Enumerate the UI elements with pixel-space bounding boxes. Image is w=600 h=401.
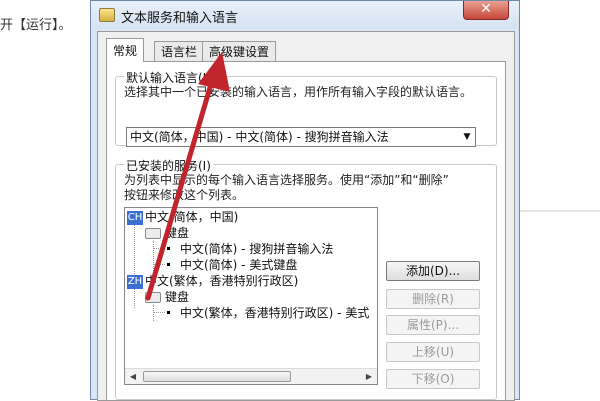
installed-services-tree[interactable]: CH 中文(简体，中国) 键盘 中文(简体) - 搜狗拼音输入法 中文(简体) -… bbox=[124, 207, 378, 385]
tree-item-keyboard[interactable]: 键盘 bbox=[145, 225, 189, 241]
tree-item-label: 中文(繁体，香港特别行政区) - 美式 bbox=[180, 306, 370, 320]
keyboard-icon bbox=[145, 292, 161, 303]
properties-button[interactable]: 属性(P)... bbox=[386, 315, 480, 335]
tree-item-label: 中文(简体) - 搜狗拼音输入法 bbox=[180, 242, 334, 256]
tree-connector bbox=[153, 305, 154, 321]
tree-item-ime[interactable]: 中文(简体) - 搜狗拼音输入法 bbox=[167, 241, 333, 257]
tree-item-ime[interactable]: 中文(简体) - 美式键盘 bbox=[167, 257, 297, 273]
tree-connector bbox=[153, 264, 165, 265]
tree-item-ime[interactable]: 中文(繁体，香港特别行政区) - 美式 bbox=[167, 305, 369, 321]
bullet-icon bbox=[167, 310, 170, 314]
default-language-title: 默认输入语言(L) bbox=[124, 69, 217, 86]
tree-connector bbox=[153, 248, 165, 249]
dialog-client-area: 常规 语言栏 高级键设置 默认输入语言(L) 选择其中一个已安装的输入语言，用作… bbox=[97, 31, 515, 401]
installed-services-title: 已安装的服务(I) bbox=[124, 157, 213, 174]
installed-services-description-line1: 为列表中显示的每个输入语言选择服务。使用“添加”和“删除” bbox=[124, 173, 449, 187]
chevron-down-icon[interactable]: ▼ bbox=[459, 128, 475, 146]
close-button[interactable]: ✕ bbox=[463, 1, 509, 20]
general-tab-panel: 默认输入语言(L) 选择其中一个已安装的输入语言，用作所有输入字段的默认语言。 … bbox=[106, 61, 506, 401]
background-divider bbox=[520, 210, 600, 212]
tree-item-label: 中文(简体) - 美式键盘 bbox=[180, 258, 298, 272]
bullet-icon bbox=[167, 262, 170, 266]
scroll-left-icon[interactable]: ◀ bbox=[125, 369, 141, 384]
language-badge-icon: ZH bbox=[127, 274, 143, 289]
tree-item-lang-zh-hk[interactable]: ZH 中文(繁体，香港特别行政区) bbox=[127, 273, 298, 289]
scroll-right-icon[interactable]: ▶ bbox=[361, 369, 377, 384]
horizontal-scrollbar[interactable]: ◀ ▶ bbox=[125, 368, 377, 384]
tree-connector bbox=[134, 224, 135, 274]
tree-connector bbox=[153, 312, 165, 313]
dialog-title: 文本服务和输入语言 bbox=[121, 11, 239, 26]
tree-item-label: 键盘 bbox=[165, 290, 190, 304]
background-right-panel bbox=[520, 0, 600, 400]
keyboard-icon bbox=[145, 228, 161, 239]
tree-connector bbox=[134, 288, 135, 308]
tab-advanced-key-settings[interactable]: 高级键设置 bbox=[202, 41, 277, 61]
background-text: 开【运行】。 bbox=[0, 18, 72, 33]
tree-item-keyboard[interactable]: 键盘 bbox=[145, 289, 189, 305]
remove-button[interactable]: 删除(R) bbox=[386, 289, 480, 309]
tree-item-label: 中文(繁体，香港特别行政区) bbox=[145, 274, 299, 288]
move-down-button[interactable]: 下移(O) bbox=[386, 369, 480, 389]
default-language-value: 中文(简体，中国) - 中文(简体) - 搜狗拼音输入法 bbox=[130, 130, 389, 144]
title-bar: 文本服务和输入语言 ✕ bbox=[91, 1, 519, 29]
installed-services-group: 已安装的服务(I) 为列表中显示的每个输入语言选择服务。使用“添加”和“删除” … bbox=[115, 157, 497, 400]
move-up-button[interactable]: 上移(U) bbox=[386, 342, 480, 362]
tree-item-label: 键盘 bbox=[165, 226, 190, 240]
default-language-select[interactable]: 中文(简体，中国) - 中文(简体) - 搜狗拼音输入法 ▼ bbox=[126, 127, 476, 147]
tree-item-label: 中文(简体，中国) bbox=[145, 210, 239, 224]
tab-language-bar[interactable]: 语言栏 bbox=[154, 41, 205, 61]
tree-item-lang-zh-cn[interactable]: CH 中文(简体，中国) bbox=[127, 209, 238, 225]
scrollbar-thumb[interactable] bbox=[143, 371, 291, 382]
installed-services-description-line2: 按钮来修改这个列表。 bbox=[124, 188, 245, 202]
text-services-dialog: 文本服务和输入语言 ✕ 常规 语言栏 高级键设置 默认输入语言(L) 选择其中一… bbox=[90, 0, 520, 401]
tab-general[interactable]: 常规 bbox=[106, 38, 145, 62]
language-badge-icon: CH bbox=[127, 210, 143, 225]
add-button[interactable]: 添加(D)... bbox=[386, 261, 480, 281]
bullet-icon bbox=[167, 246, 170, 250]
default-language-description: 选择其中一个已安装的输入语言，用作所有输入字段的默认语言。 bbox=[124, 85, 473, 99]
keyboard-app-icon bbox=[99, 8, 115, 22]
default-language-group: 默认输入语言(L) 选择其中一个已安装的输入语言，用作所有输入字段的默认语言。 … bbox=[115, 69, 497, 147]
